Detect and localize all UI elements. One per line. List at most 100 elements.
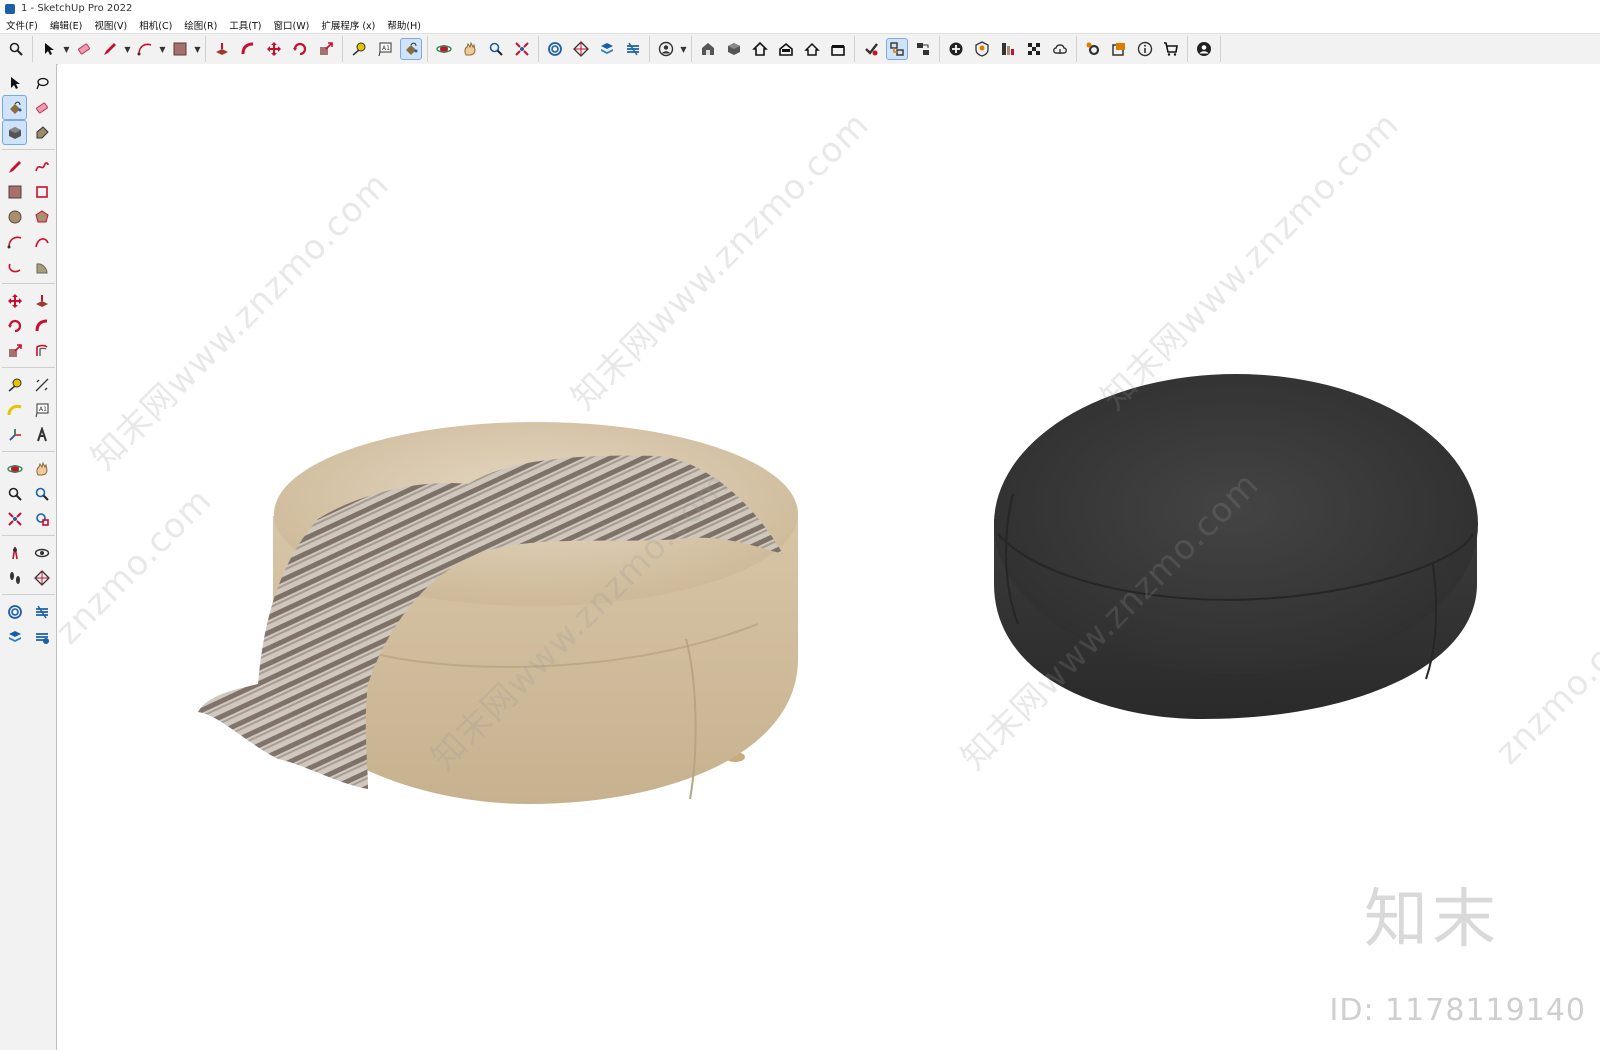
component-tool-button[interactable] <box>2 120 27 145</box>
follow-me-button[interactable] <box>237 38 259 60</box>
menu-item[interactable]: 窗口(W) <box>268 18 316 32</box>
zoom-extents-tool-button[interactable] <box>2 506 27 531</box>
pencil-line-button[interactable] <box>99 38 121 60</box>
move-button[interactable] <box>263 38 285 60</box>
menu-item[interactable]: 扩展程序 (x) <box>315 18 381 32</box>
cloud-button[interactable] <box>1049 38 1071 60</box>
rotate-button[interactable] <box>289 38 311 60</box>
component-button[interactable] <box>723 38 745 60</box>
layout-button[interactable] <box>997 38 1019 60</box>
dialog-button[interactable] <box>1108 38 1130 60</box>
paint-bucket-tool-button[interactable] <box>2 95 27 120</box>
sandbox-button[interactable] <box>544 38 566 60</box>
shield-button[interactable] <box>971 38 993 60</box>
push-pull-button[interactable] <box>211 38 233 60</box>
tape-measure-button[interactable] <box>348 38 370 60</box>
extension-gear-button[interactable] <box>1082 38 1104 60</box>
dimension-tool-button[interactable] <box>29 372 54 397</box>
outliner-button[interactable] <box>886 38 908 60</box>
home-button[interactable] <box>749 38 771 60</box>
protractor-tool-button[interactable] <box>2 397 27 422</box>
user-button[interactable] <box>655 38 677 60</box>
info-button[interactable] <box>1134 38 1156 60</box>
orbit-tool-button[interactable] <box>2 456 27 481</box>
move-tool-button[interactable] <box>2 288 27 313</box>
paint-bucket-button[interactable] <box>400 38 422 60</box>
rotate-tool-button[interactable] <box>2 313 27 338</box>
dropdown-arrow-icon[interactable]: ▼ <box>679 38 688 60</box>
section-plane-tool-button[interactable] <box>29 565 54 590</box>
zoom-window-button[interactable] <box>485 38 507 60</box>
lasso-tool-button[interactable] <box>29 70 54 95</box>
polygon-tool-button[interactable] <box>29 204 54 229</box>
follow-me-tool-button[interactable] <box>29 313 54 338</box>
dropdown-arrow-icon[interactable]: ▼ <box>123 38 132 60</box>
scale-button[interactable] <box>315 38 337 60</box>
styles-button[interactable] <box>622 38 644 60</box>
walk-tool-button[interactable] <box>2 565 27 590</box>
zoom-extents-button[interactable] <box>511 38 533 60</box>
rectangle-tool-button[interactable] <box>2 179 27 204</box>
rotated-rectangle-tool-button[interactable] <box>29 179 54 204</box>
orbit-button[interactable] <box>433 38 455 60</box>
layers-tool-button[interactable] <box>2 624 27 649</box>
dropdown-arrow-icon[interactable]: ▼ <box>193 38 202 60</box>
two-point-arc-tool-button[interactable] <box>29 229 54 254</box>
previous-view-tool-button[interactable] <box>29 506 54 531</box>
look-around-tool-button[interactable] <box>29 540 54 565</box>
add-location-button[interactable] <box>945 38 967 60</box>
select-arrow-tool-button[interactable] <box>2 70 27 95</box>
push-pull-tool-button[interactable] <box>29 288 54 313</box>
freehand-tool-button[interactable] <box>29 154 54 179</box>
box-button[interactable] <box>827 38 849 60</box>
menu-item[interactable]: 相机(C) <box>133 18 178 32</box>
solid-check-button[interactable] <box>860 38 882 60</box>
house-outline-button[interactable] <box>801 38 823 60</box>
section-fill-tool-button[interactable] <box>29 599 54 624</box>
account-button[interactable] <box>1193 38 1215 60</box>
select-button[interactable] <box>38 38 60 60</box>
sandbox-tool-button[interactable] <box>2 599 27 624</box>
axes-tool-button[interactable] <box>2 422 27 447</box>
drawing-viewport[interactable]: 知末网www.znzmo.com 知末网www.znzmo.com 知末网www… <box>58 64 1600 1050</box>
house-open-button[interactable] <box>775 38 797 60</box>
menu-item[interactable]: 绘图(R) <box>178 18 223 32</box>
zoom-window-tool-button[interactable] <box>29 481 54 506</box>
warehouse-button[interactable] <box>697 38 719 60</box>
pencil-tool-button[interactable] <box>2 154 27 179</box>
zoom-tool-button[interactable] <box>2 481 27 506</box>
zoom-button[interactable] <box>5 38 27 60</box>
eraser-tool-button[interactable] <box>29 95 54 120</box>
dropdown-arrow-icon[interactable]: ▼ <box>62 38 71 60</box>
drape-tool-button[interactable] <box>29 624 54 649</box>
layers-button[interactable] <box>596 38 618 60</box>
position-camera-tool-button[interactable] <box>2 540 27 565</box>
tag-tool-button[interactable] <box>29 120 54 145</box>
scale-tool-button[interactable] <box>2 338 27 363</box>
text-button[interactable]: A1 <box>374 38 396 60</box>
3d-text-tool-button[interactable] <box>29 422 54 447</box>
cart-button[interactable] <box>1160 38 1182 60</box>
offset-tool-button[interactable] <box>29 338 54 363</box>
text-tool-button[interactable]: A1 <box>29 397 54 422</box>
toolbar-separator <box>2 451 55 452</box>
checker-button[interactable] <box>1023 38 1045 60</box>
circle-tool-button[interactable] <box>2 204 27 229</box>
dropdown-arrow-icon[interactable]: ▼ <box>158 38 167 60</box>
rectangle-button[interactable] <box>169 38 191 60</box>
tape-measure-tool-button[interactable] <box>2 372 27 397</box>
scene-button[interactable] <box>912 38 934 60</box>
pie-tool-button[interactable] <box>29 254 54 279</box>
menu-item[interactable]: 帮助(H) <box>381 18 427 32</box>
pan-tool-button[interactable] <box>29 456 54 481</box>
menu-item[interactable]: 工具(T) <box>223 18 267 32</box>
arc-button[interactable] <box>134 38 156 60</box>
menu-item[interactable]: 视图(V) <box>88 18 133 32</box>
arc-tool-button[interactable] <box>2 229 27 254</box>
three-point-arc-tool-button[interactable] <box>2 254 27 279</box>
section-plane-button[interactable] <box>570 38 592 60</box>
menu-item[interactable]: 编辑(E) <box>44 18 88 32</box>
menu-item[interactable]: 文件(F) <box>0 18 44 32</box>
pan-button[interactable] <box>459 38 481 60</box>
eraser-button[interactable] <box>73 38 95 60</box>
